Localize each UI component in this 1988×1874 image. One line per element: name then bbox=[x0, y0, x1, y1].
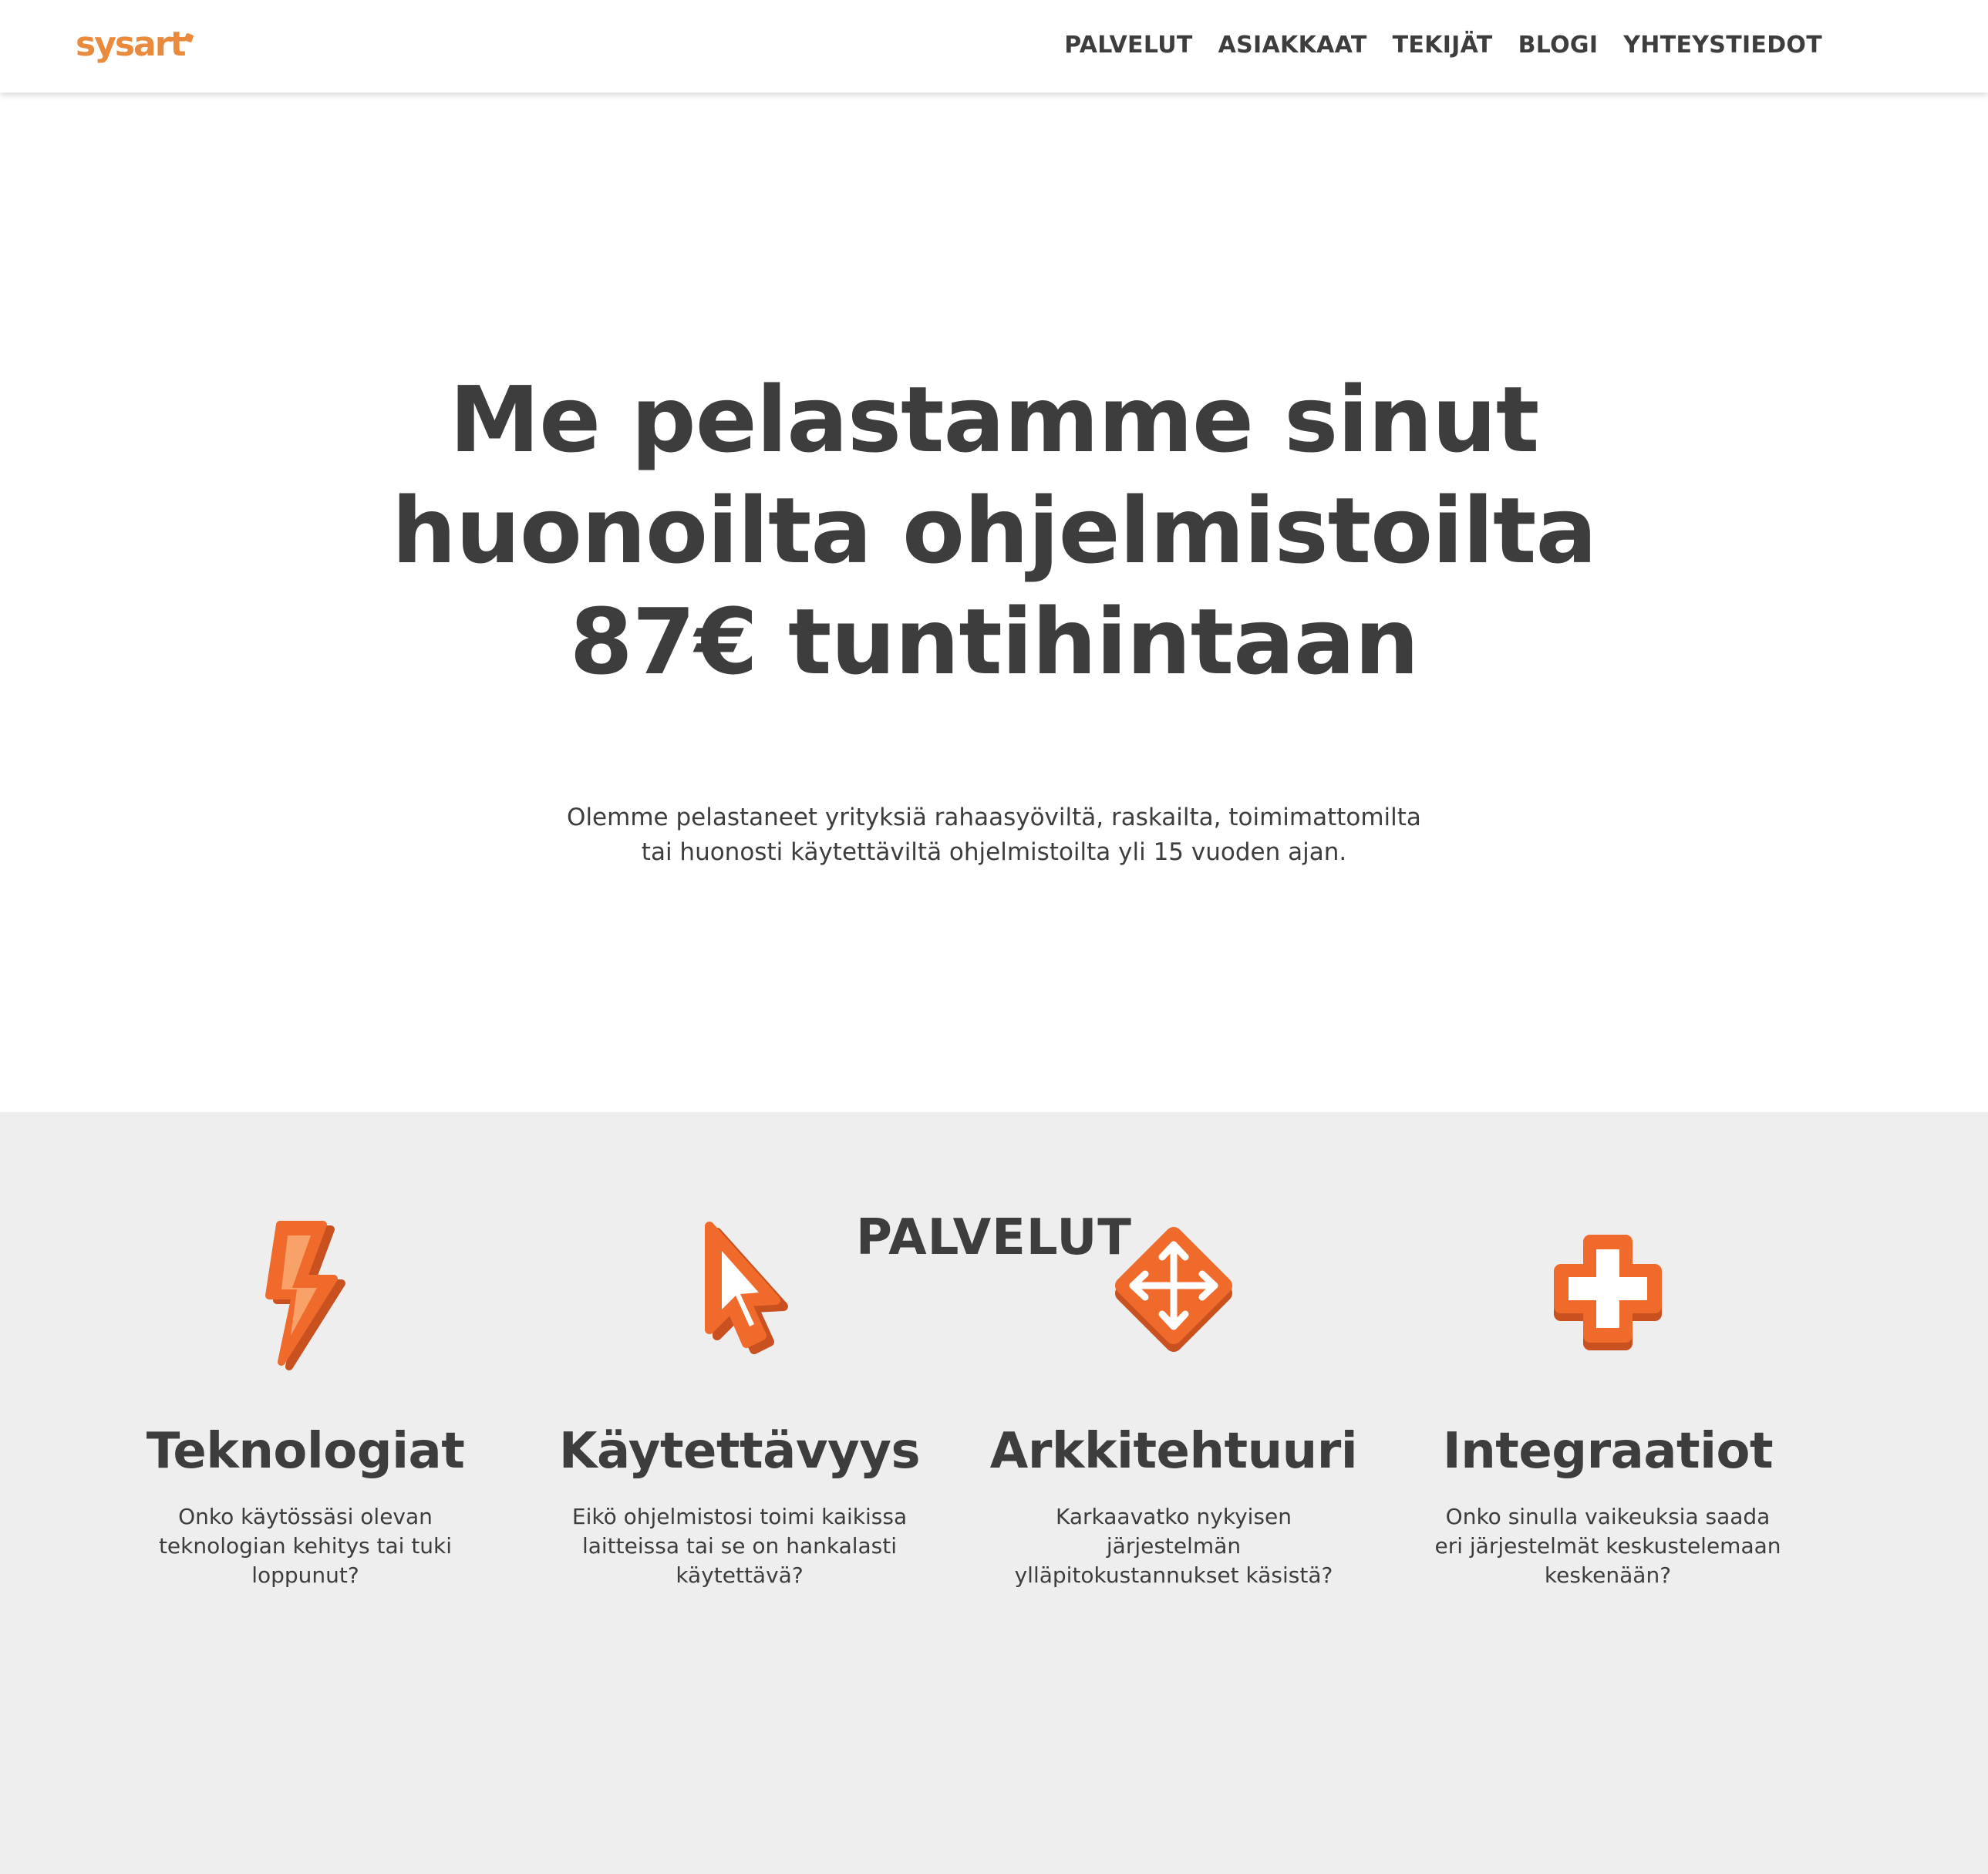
service-desc-line: keskenään? bbox=[1544, 1562, 1672, 1588]
service-desc-line: järjestelmän bbox=[1106, 1533, 1242, 1559]
service-desc-line: Karkaavatko nykyisen bbox=[1056, 1504, 1292, 1529]
service-desc-line: Eikö ohjelmistosi toimi kaikissa bbox=[571, 1504, 908, 1529]
service-desc-line: Onko sinulla vaikeuksia saada bbox=[1445, 1504, 1771, 1529]
hero-title-line-2: huonoilta ohjelmistoilta bbox=[391, 477, 1597, 584]
lightning-bolt-icon bbox=[265, 1221, 345, 1370]
move-arrows-icon bbox=[1115, 1227, 1232, 1352]
service-desc-line: teknologian kehitys tai tuki bbox=[158, 1533, 453, 1559]
nav-asiakkaat[interactable]: ASIAKKAAT bbox=[1218, 32, 1367, 59]
hero-title: Me pelastamme sinut huonoilta ohjelmisto… bbox=[0, 364, 1988, 697]
nav-yhteystiedot[interactable]: YHTEYSTIEDOT bbox=[1623, 32, 1822, 59]
service-desc-line: laitteissa tai se on hankalasti bbox=[581, 1533, 898, 1559]
services-section: PALVELUT Teknologiat Onko käytössäsi ole… bbox=[0, 1112, 1988, 1874]
service-title: Integraatiot bbox=[1442, 1423, 1774, 1480]
main-nav: PALVELUT ASIAKKAAT TEKIJÄT BLOGI YHTEYST… bbox=[1039, 0, 1822, 89]
service-title: Teknologiat bbox=[146, 1423, 465, 1480]
service-desc-line: eri järjestelmät keskustelemaan bbox=[1434, 1533, 1781, 1559]
hero-title-line-1: Me pelastamme sinut bbox=[449, 366, 1540, 473]
logo-mark bbox=[184, 32, 194, 43]
sysart-logo[interactable]: sysart bbox=[76, 17, 194, 71]
nav-tekijat[interactable]: TEKIJÄT bbox=[1393, 32, 1493, 59]
nav-palvelut[interactable]: PALVELUT bbox=[1064, 32, 1192, 59]
logo-text: sysart bbox=[76, 24, 186, 64]
service-description: Karkaavatko nykyisen järjestelmän ylläpi… bbox=[992, 1502, 1355, 1590]
service-teknologiat[interactable]: Teknologiat Onko käytössäsi olevan tekno… bbox=[105, 1221, 506, 1590]
service-description: Eikö ohjelmistosi toimi kaikissa laittei… bbox=[558, 1502, 921, 1590]
site-header: sysart PALVELUT ASIAKKAAT TEKIJÄT BLOGI … bbox=[0, 0, 1988, 93]
service-desc-line: käytettävä? bbox=[676, 1562, 804, 1588]
service-description: Onko käytössäsi olevan teknologian kehit… bbox=[124, 1502, 487, 1590]
nav-blogi[interactable]: BLOGI bbox=[1518, 32, 1599, 59]
service-title: Arkkitehtuuri bbox=[989, 1423, 1358, 1480]
service-arkkitehtuuri[interactable]: Arkkitehtuuri Karkaavatko nykyisen järje… bbox=[973, 1227, 1374, 1590]
hero-subtitle: Olemme pelastaneet yrityksiä rahaasyövil… bbox=[0, 800, 1988, 870]
cursor-arrow-icon bbox=[705, 1222, 788, 1354]
service-desc-line: loppunut? bbox=[251, 1562, 359, 1588]
plus-cross-icon bbox=[1554, 1235, 1662, 1350]
service-desc-line: Onko käytössäsi olevan bbox=[178, 1504, 433, 1529]
service-integraatiot[interactable]: Integraatiot Onko sinulla vaikeuksia saa… bbox=[1407, 1235, 1808, 1590]
hero-title-line-3: 87€ tuntihintaan bbox=[569, 588, 1420, 695]
hero-section: Me pelastamme sinut huonoilta ohjelmisto… bbox=[0, 93, 1988, 1112]
service-desc-line: ylläpitokustannukset käsistä? bbox=[1014, 1562, 1333, 1588]
service-title: Käytettävyys bbox=[558, 1423, 921, 1480]
hero-subtitle-line-2: tai huonosti käytettäviltä ohjelmistoilt… bbox=[641, 838, 1347, 866]
hero-subtitle-line-1: Olemme pelastaneet yrityksiä rahaasyövil… bbox=[567, 804, 1421, 831]
service-description: Onko sinulla vaikeuksia saada eri järjes… bbox=[1427, 1502, 1789, 1590]
service-kaytettavyys[interactable]: Käytettävyys Eikö ohjelmistosi toimi kai… bbox=[539, 1222, 940, 1590]
